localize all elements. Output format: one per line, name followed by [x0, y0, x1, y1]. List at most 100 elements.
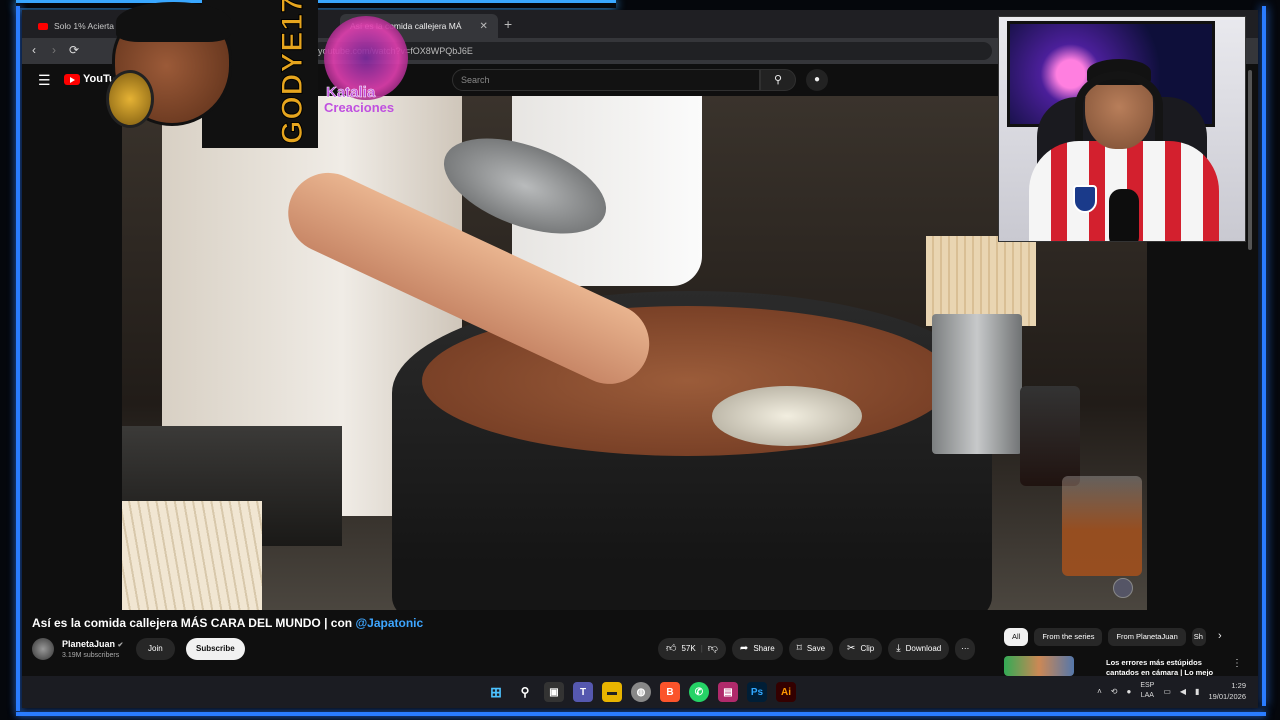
webcam-headphones: [1075, 71, 1163, 141]
chevron-up-icon[interactable]: ˄: [1097, 687, 1102, 696]
menu-icon[interactable]: ☰: [38, 72, 51, 89]
windows-start-icon[interactable]: ⊞: [486, 682, 506, 702]
winrar-icon[interactable]: ▤: [718, 682, 738, 702]
chip-all[interactable]: All: [1004, 628, 1029, 646]
whatsapp-icon[interactable]: ✆: [689, 682, 709, 702]
channel-name[interactable]: PlanetaJuan ✔: [62, 639, 123, 649]
chip-more[interactable]: Sh: [1191, 628, 1206, 646]
avatar-hair: [116, 2, 231, 42]
clock-time: 1:29: [1231, 681, 1246, 690]
file-explorer-icon[interactable]: ▬: [602, 682, 622, 702]
download-button[interactable]: ⤓ Download: [888, 638, 950, 660]
share-button[interactable]: ➦ Share: [731, 638, 783, 660]
keyboard-layout: LAA: [1140, 692, 1154, 699]
brave-icon[interactable]: B: [660, 682, 680, 702]
illustrator-icon[interactable]: Ai: [776, 682, 796, 702]
clock[interactable]: 1:29 19/01/2026: [1208, 680, 1246, 702]
share-arrow-icon: ➦: [739, 643, 749, 654]
microphone-icon[interactable]: ●: [806, 69, 828, 91]
mention-link[interactable]: @Japatonic: [355, 616, 423, 630]
language-indicator[interactable]: ESP LAA: [1140, 681, 1154, 701]
scissors-icon: ✂: [847, 643, 856, 654]
channel-watermark-icon[interactable]: [1113, 578, 1133, 598]
taskbar-icons: ⊞ ⚲ ▣ T ▬ ◍ B ✆ ▤ Ps Ai: [486, 682, 796, 702]
streamer-avatar-overlay: GODYE17: [106, 0, 318, 148]
chevron-right-icon[interactable]: ›: [1218, 630, 1222, 642]
youtube-play-icon: [64, 73, 80, 85]
like-button[interactable]: 👍︎ 57K | 👎︎: [658, 638, 726, 660]
search-icon[interactable]: ⚲: [515, 682, 535, 702]
video-player[interactable]: [122, 96, 1147, 610]
clock-date: 19/01/2026: [1208, 692, 1246, 701]
video-ladle: [712, 386, 862, 446]
verified-icon: ✔: [117, 642, 124, 649]
clip-button[interactable]: ✂ Clip: [839, 638, 883, 660]
search-button[interactable]: ⚲: [760, 69, 796, 91]
channel-row: PlanetaJuan ✔ 3.19M subscribers Join Sub…: [32, 638, 1002, 666]
battery-icon[interactable]: ▮: [1195, 687, 1199, 696]
chip-from-channel[interactable]: From PlanetaJuan: [1108, 628, 1186, 646]
youtube-favicon-icon: [38, 22, 48, 30]
like-divider: |: [700, 644, 703, 653]
streamer-tag: GODYE17: [276, 0, 310, 145]
volume-icon[interactable]: ◀: [1180, 687, 1186, 696]
download-label: Download: [905, 644, 942, 653]
stream-frame: Solo 1% Acierta 200 Así es la comida cal…: [0, 0, 1280, 720]
reload-button[interactable]: ⟳: [69, 43, 79, 57]
video-sauce-bottle: [1020, 386, 1080, 486]
scrollbar[interactable]: [1248, 70, 1252, 250]
system-tray: ˄ ⟲ ● ESP LAA ▭ ◀ ▮ 1:29 19/01/2026: [1097, 680, 1246, 702]
save-button[interactable]: ⌑ Save: [788, 638, 834, 660]
recommended-video[interactable]: Los errores más estúpidos cantados en cá…: [1004, 656, 1244, 676]
neon-border-left: [16, 6, 20, 711]
neon-border-bottom: [16, 712, 1266, 716]
mic-tray-icon[interactable]: ●: [1126, 687, 1131, 696]
windows-taskbar: ⊞ ⚲ ▣ T ▬ ◍ B ✆ ▤ Ps Ai ˄ ⟲ ● ESP LAA ▭ …: [22, 676, 1258, 708]
channel-avatar[interactable]: [32, 638, 54, 660]
neon-border-right: [1262, 6, 1266, 706]
clip-label: Clip: [860, 644, 875, 653]
kebab-menu-icon[interactable]: ⋮: [1232, 658, 1242, 669]
share-label: Share: [753, 644, 775, 653]
thumbs-up-icon: 👍︎: [666, 643, 677, 654]
katalia-logo-overlay: Katalia Creaciones: [318, 6, 414, 116]
bookmark-icon: ⌑: [796, 643, 802, 654]
new-tab-button[interactable]: +: [504, 16, 512, 32]
recommended-title[interactable]: Los errores más estúpidos cantados en cá…: [1106, 658, 1226, 676]
avatar-headset: [106, 70, 154, 128]
sync-icon[interactable]: ⟲: [1111, 687, 1118, 696]
video-actions: 👍︎ 57K | 👎︎ ➦ Share ⌑ Save ✂ Clip ⤓ Down…: [658, 638, 976, 660]
related-chips: All From the series From PlanetaJuan Sh: [1004, 628, 1206, 646]
language-code: ESP: [1140, 682, 1155, 689]
video-metal-cup: [932, 314, 1022, 454]
like-count: 57K: [681, 644, 696, 653]
save-label: Save: [806, 644, 826, 653]
photoshop-icon[interactable]: Ps: [747, 682, 767, 702]
chrome-icon[interactable]: ◍: [631, 682, 651, 702]
webcam-overlay: [998, 16, 1246, 242]
task-view-icon[interactable]: ▣: [544, 682, 564, 702]
search-input[interactable]: Search: [452, 69, 760, 91]
network-icon[interactable]: ▭: [1163, 687, 1171, 696]
video-chopsticks: [926, 236, 1036, 326]
chip-from-series[interactable]: From the series: [1034, 628, 1103, 646]
video-title-text: Así es la comida callejera MÁS CARA DEL …: [32, 616, 356, 630]
subscriber-count: 3.19M subscribers: [62, 652, 120, 659]
video-glass: [1062, 476, 1142, 576]
webcam-crest: [1073, 185, 1097, 213]
recommended-thumbnail[interactable]: [1004, 656, 1074, 676]
more-actions-button[interactable]: ⋯: [955, 638, 976, 660]
url-field[interactable]: youtube.com/watch?v=fOX8WPQbJ6E: [312, 42, 992, 60]
forward-button[interactable]: ›: [52, 43, 56, 57]
video-chopsticks-front: [122, 501, 262, 610]
join-button[interactable]: Join: [136, 638, 175, 660]
close-tab-icon[interactable]: ✕: [480, 21, 488, 32]
channel-name-text: PlanetaJuan: [62, 639, 116, 649]
thumbs-down-icon[interactable]: 👎︎: [708, 638, 718, 660]
webcam-microphone: [1109, 189, 1139, 241]
back-button[interactable]: ‹: [32, 43, 36, 57]
subscribe-button[interactable]: Subscribe: [186, 638, 245, 660]
video-title: Así es la comida callejera MÁS CARA DEL …: [32, 616, 423, 630]
logo-text-line2: Creaciones: [324, 100, 395, 115]
teams-icon[interactable]: T: [573, 682, 593, 702]
